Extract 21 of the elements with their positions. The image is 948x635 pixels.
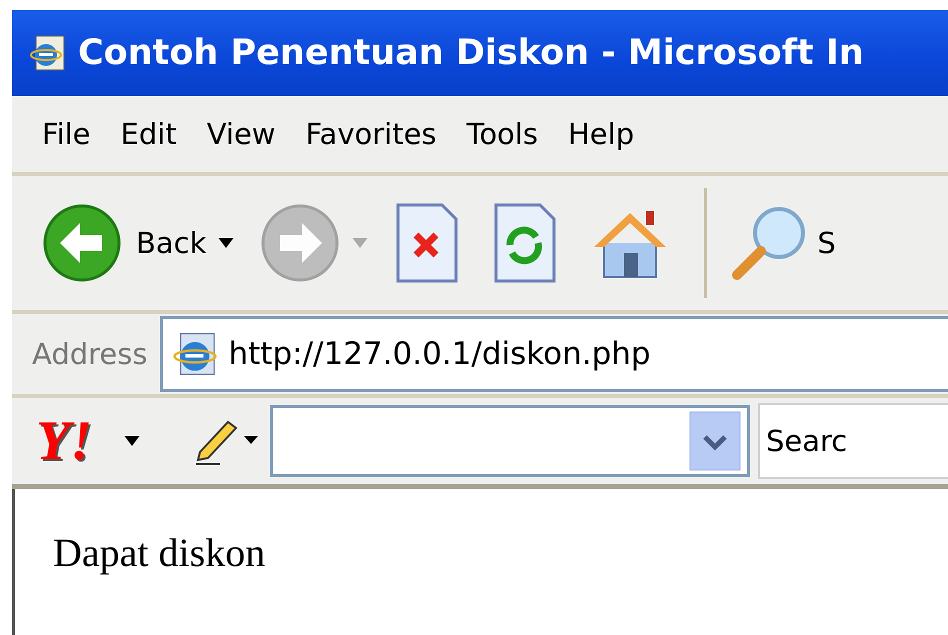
address-field[interactable]: http://127.0.0.1/diskon.php: [160, 316, 948, 392]
search-button[interactable]: Searc: [758, 403, 948, 479]
dropdown-icon[interactable]: [689, 411, 741, 471]
logo[interactable]: Y!: [36, 409, 92, 473]
menu-item[interactable]: View: [206, 117, 276, 151]
page-text: Dapat diskon: [53, 529, 266, 576]
menu-item[interactable]: File: [42, 117, 91, 151]
search-field[interactable]: [270, 405, 750, 477]
menu-item[interactable]: Favorites: [306, 117, 437, 151]
window-title: Contoh Penentuan Diskon - Microsoft In: [78, 33, 864, 73]
browser-page-icon: [170, 330, 218, 378]
menu-item[interactable]: Edit: [120, 117, 177, 151]
stop-page-icon[interactable]: [394, 203, 458, 283]
caret-icon[interactable]: [124, 436, 140, 446]
menu-item[interactable]: Help: [568, 117, 634, 151]
menu-item[interactable]: Tools: [466, 117, 538, 151]
search-button[interactable]: S: [729, 203, 836, 283]
refresh-page-icon[interactable]: [492, 203, 556, 283]
back-button[interactable]: Back: [42, 203, 206, 283]
caret-icon[interactable]: [218, 238, 234, 248]
address-label: Address: [32, 337, 148, 371]
